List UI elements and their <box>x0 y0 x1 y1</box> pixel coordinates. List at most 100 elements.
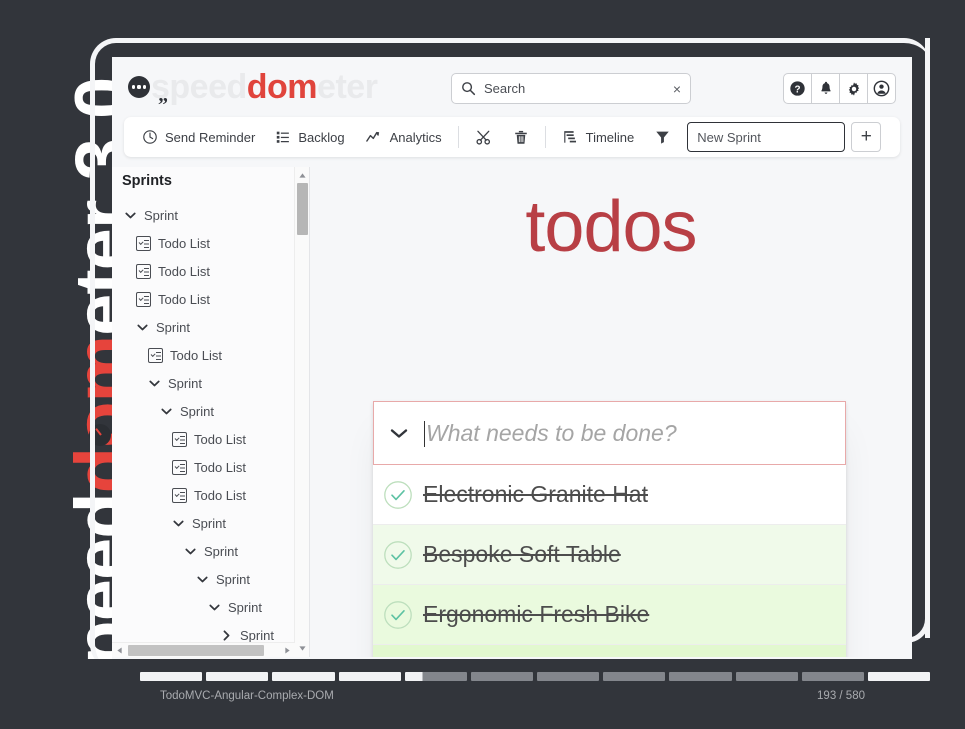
sidebar-vertical-scrollbar[interactable] <box>294 167 309 657</box>
progress-segment <box>603 672 666 681</box>
header-icon-group: ? <box>783 73 896 104</box>
tree-item-sprint[interactable]: Sprint <box>118 537 309 565</box>
tree-item-label: Todo List <box>194 431 247 447</box>
toolbar-analytics-label: Analytics <box>389 129 442 145</box>
sidebar-horizontal-scrollbar[interactable] <box>112 642 295 657</box>
tree-item-todo-list[interactable]: Todo List <box>118 285 309 313</box>
toolbar-filter[interactable] <box>644 122 681 152</box>
chevron-down-icon[interactable] <box>196 573 209 586</box>
tree-item-sprint[interactable]: Sprint <box>118 593 309 621</box>
tree-item-todo-list[interactable]: Todo List <box>118 425 309 453</box>
trash-icon <box>514 130 527 144</box>
tree-item-sprint[interactable]: Sprint <box>118 565 309 593</box>
search-icon <box>462 82 476 96</box>
todo-checkbox-checked[interactable] <box>373 600 423 630</box>
chevron-down-icon[interactable] <box>124 209 137 222</box>
chevron-down-icon[interactable] <box>208 601 221 614</box>
toolbar-analytics[interactable]: Analytics <box>355 122 452 152</box>
add-sprint-button[interactable]: + <box>851 122 882 152</box>
tree-item-todo-list[interactable]: Todo List <box>118 229 309 257</box>
toolbar-divider <box>457 126 459 148</box>
scroll-up-icon[interactable] <box>298 171 307 180</box>
tree-item-sprint[interactable]: Sprint <box>118 201 309 229</box>
progress-bar <box>140 672 931 681</box>
toolbar-cut[interactable] <box>465 122 503 152</box>
tree-item-label: Sprint <box>216 571 250 587</box>
chevron-down-icon[interactable] <box>172 517 185 530</box>
help-icon[interactable]: ? <box>783 73 812 104</box>
chevron-down-icon[interactable] <box>136 321 149 334</box>
tree-item-label: Sprint <box>228 599 262 615</box>
gear-icon[interactable] <box>839 73 868 104</box>
tree-item-label: Sprint <box>180 403 214 419</box>
toolbar-send-reminder[interactable]: Send Reminder <box>132 122 265 152</box>
new-sprint-value: New Sprint <box>697 129 761 145</box>
tree-item-todo-list[interactable]: Todo List <box>118 453 309 481</box>
todo-item[interactable]: Luxurious Wooden Cheese <box>373 645 846 657</box>
chevron-down-icon[interactable] <box>160 405 173 418</box>
tree-item-label: Todo List <box>158 291 211 307</box>
status-bar: TodoMVC-Angular-Complex-DOM 193 / 580 <box>0 659 965 729</box>
new-todo-placeholder: What needs to be done? <box>426 419 677 446</box>
tree-item-label: Todo List <box>194 459 247 475</box>
search-value: Search <box>484 81 526 96</box>
sidebar: Sprints Sprint Todo List Todo List Todo Lis… <box>112 167 310 657</box>
scroll-right-icon[interactable] <box>283 646 292 655</box>
chevron-down-icon[interactable] <box>374 427 424 440</box>
progress-counter: 193 / 580 <box>817 690 865 702</box>
tree-item-sprint[interactable]: Sprint <box>118 313 309 341</box>
progress-segment <box>404 672 467 681</box>
todo-list-icon <box>148 347 163 363</box>
progress-segment <box>272 672 335 681</box>
progress-segment <box>338 672 401 681</box>
user-icon[interactable] <box>867 73 896 104</box>
tree-item-sprint[interactable]: Sprint <box>118 509 309 537</box>
tree-item-sprint[interactable]: Sprint <box>118 397 309 425</box>
chevron-right-icon[interactable] <box>220 629 233 642</box>
todo-label: Ergonomic Fresh Bike <box>423 601 650 627</box>
todo-list-icon <box>172 431 187 447</box>
tree-item-label: Sprint <box>240 627 274 643</box>
todo-item[interactable]: Ergonomic Fresh Bike <box>373 585 846 645</box>
progress-segment <box>867 672 931 681</box>
scrollbar-thumb-horizontal[interactable] <box>128 645 264 656</box>
toolbar-timeline[interactable]: Timeline <box>552 122 645 152</box>
toolbar: Send Reminder Backlog Analytics Timeline… <box>124 117 900 157</box>
header-logo: speeddometer ” <box>128 64 378 116</box>
new-todo-row[interactable]: What needs to be done? <box>373 401 846 465</box>
scrollbar-thumb-vertical[interactable] <box>297 183 308 235</box>
tree-item-todo-list[interactable]: Todo List <box>118 257 309 285</box>
todo-checkbox-checked[interactable] <box>373 480 423 510</box>
toolbar-delete[interactable] <box>503 122 539 152</box>
clock-icon <box>143 130 157 144</box>
main-content: todos What needs to be done? Electronic … <box>310 167 912 657</box>
scissors-icon <box>476 130 490 145</box>
progress-segment <box>206 672 269 681</box>
tree-item-label: Todo List <box>158 263 211 279</box>
todo-label: Electronic Granite Hat <box>423 481 648 507</box>
scroll-down-icon[interactable] <box>298 644 307 653</box>
tree-item-label: Sprint <box>168 375 202 391</box>
search-input[interactable]: Search × <box>451 73 691 104</box>
todo-item[interactable]: Bespoke Soft Table <box>373 525 846 585</box>
tree-item-sprint[interactable]: Sprint <box>118 369 309 397</box>
todo-list-icon <box>136 235 151 251</box>
tree-item-label: Sprint <box>204 543 238 559</box>
tree-item-label: Sprint <box>192 515 226 531</box>
progress-segment <box>669 672 732 681</box>
scroll-left-icon[interactable] <box>115 646 124 655</box>
new-todo-input[interactable]: What needs to be done? <box>424 420 677 447</box>
tree-item-todo-list[interactable]: Todo List <box>118 341 309 369</box>
bell-icon[interactable] <box>811 73 840 104</box>
todo-list-icon <box>172 487 187 503</box>
close-icon[interactable]: × <box>673 81 681 97</box>
svg-text:?: ? <box>794 84 800 95</box>
todo-checkbox-checked[interactable] <box>373 540 423 570</box>
todo-list-icon <box>136 291 151 307</box>
toolbar-backlog[interactable]: Backlog <box>265 122 354 152</box>
chevron-down-icon[interactable] <box>184 545 197 558</box>
tree-item-todo-list[interactable]: Todo List <box>118 481 309 509</box>
todo-item[interactable]: Electronic Granite Hat <box>373 465 846 525</box>
new-sprint-input[interactable]: New Sprint <box>687 122 846 152</box>
chevron-down-icon[interactable] <box>148 377 161 390</box>
